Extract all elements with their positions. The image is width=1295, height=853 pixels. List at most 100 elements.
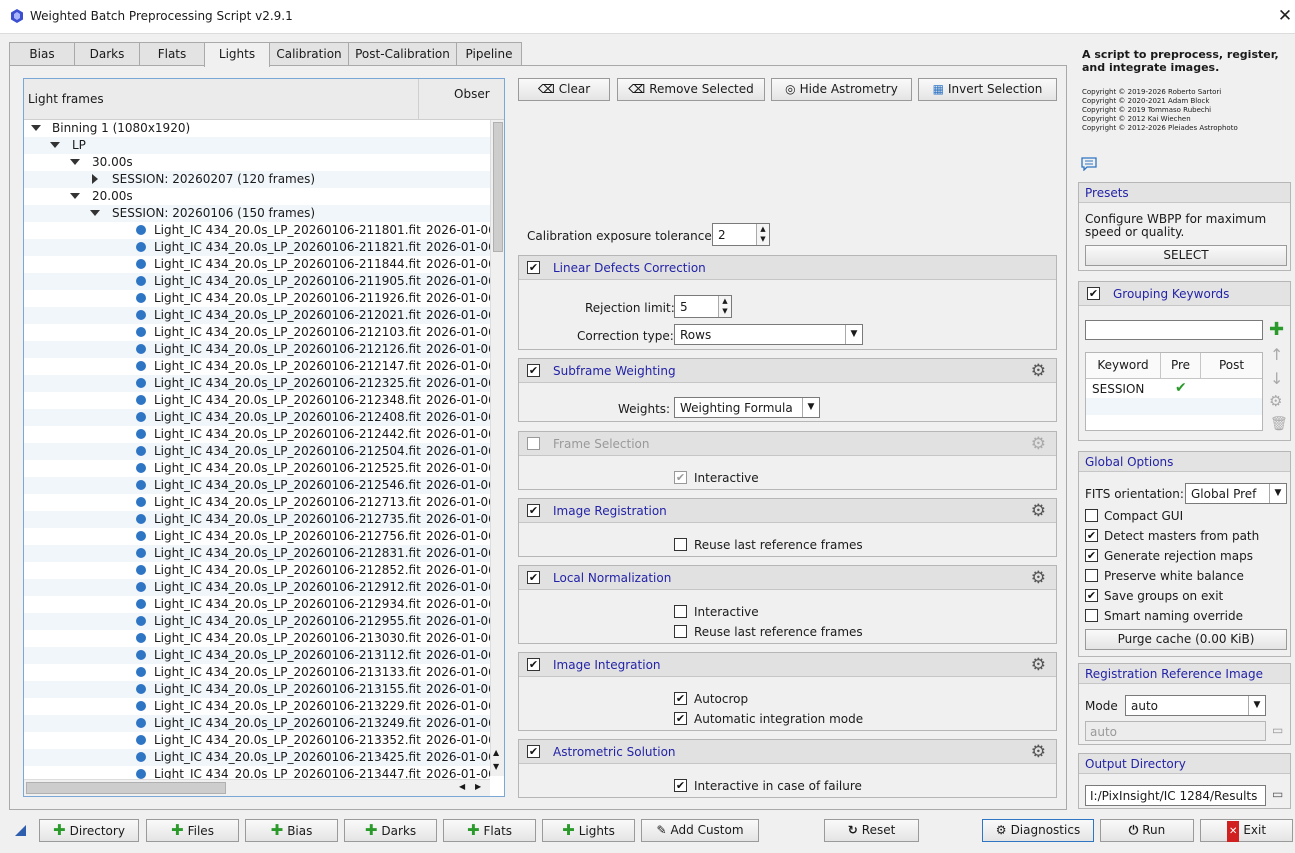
close-icon[interactable]: ✕ (1277, 6, 1293, 26)
integration-checkbox[interactable]: ✔ (527, 658, 540, 671)
add-darks-button[interactable]: ✚ Darks (344, 819, 437, 842)
tree-file-row[interactable]: Light_IC 434_20.0s_LP_20260106-212831.fi… (24, 545, 490, 562)
tree-vertical-scrollbar[interactable]: ▲ ▼ (490, 120, 504, 776)
comment-icon[interactable] (1081, 157, 1097, 171)
add-directory-button[interactable]: ✚ Directory (39, 819, 139, 842)
tree-file-row[interactable]: Light_IC 434_20.0s_LP_20260106-213352.fi… (24, 732, 490, 749)
column-header[interactable]: Keyword (1086, 353, 1161, 379)
tab-darks[interactable]: Darks (74, 42, 140, 66)
ln-interactive-checkbox[interactable] (674, 605, 687, 618)
invert-selection-button[interactable]: ▦ Invert Selection (918, 78, 1057, 101)
run-button[interactable]: ⏻ Run (1100, 819, 1194, 842)
trash-icon[interactable]: 🗑 (1270, 416, 1288, 432)
scroll-left-icon[interactable]: ◀ (459, 782, 465, 791)
grouping-checkbox[interactable]: ✔ (1087, 287, 1100, 300)
global-option-checkbox[interactable]: ✔ (1085, 589, 1098, 602)
tree-file-row[interactable]: Light_IC 434_20.0s_LP_20260106-212934.fi… (24, 596, 490, 613)
tree-node-session-20260207[interactable]: SESSION: 20260207 (120 frames) (24, 171, 490, 188)
tree-file-row[interactable]: Light_IC 434_20.0s_LP_20260106-213229.fi… (24, 698, 490, 715)
tab-pipeline[interactable]: Pipeline (456, 42, 522, 66)
tree-file-row[interactable]: Light_IC 434_20.0s_LP_20260106-212525.fi… (24, 460, 490, 477)
tree-file-row[interactable]: Light_IC 434_20.0s_LP_20260106-212126.fi… (24, 341, 490, 358)
keyword-settings-icon[interactable]: ⚙ (1269, 392, 1282, 410)
tree-file-row[interactable]: Light_IC 434_20.0s_LP_20260106-213030.fi… (24, 630, 490, 647)
scroll-down-icon[interactable]: ▼ (493, 762, 499, 771)
tree-file-row[interactable]: Light_IC 434_20.0s_LP_20260106-213425.fi… (24, 749, 490, 766)
select-preset-button[interactable]: SELECT (1085, 245, 1287, 266)
column-header-light-frames[interactable]: Light frames (28, 92, 104, 106)
subframe-checkbox[interactable]: ✔ (527, 364, 540, 377)
auto-integration-checkbox[interactable]: ✔ (674, 712, 687, 725)
tree-node-binning[interactable]: Binning 1 (1080x1920) (24, 120, 490, 137)
tree-file-row[interactable]: Light_IC 434_20.0s_LP_20260106-212735.fi… (24, 511, 490, 528)
column-header-observation[interactable]: Obser (454, 87, 490, 101)
scroll-thumb[interactable] (493, 122, 503, 252)
tree-file-row[interactable]: Light_IC 434_20.0s_LP_20260106-211905.fi… (24, 273, 490, 290)
ldc-checkbox[interactable]: ✔ (527, 261, 540, 274)
tree-horizontal-scrollbar[interactable]: ◀ ▶ (24, 779, 490, 796)
tree-file-row[interactable]: Light_IC 434_20.0s_LP_20260106-211801.fi… (24, 222, 490, 239)
global-option-checkbox[interactable] (1085, 569, 1098, 582)
tree-file-row[interactable]: Light_IC 434_20.0s_LP_20260106-213155.fi… (24, 681, 490, 698)
tree-file-row[interactable]: Light_IC 434_20.0s_LP_20260106-212912.fi… (24, 579, 490, 596)
astrometric-checkbox[interactable]: ✔ (527, 745, 540, 758)
collapse-icon[interactable] (31, 125, 41, 131)
hide-astrometry-button[interactable]: ◎ Hide Astrometry (771, 78, 912, 101)
add-flats-button[interactable]: ✚ Flats (443, 819, 536, 842)
clear-button[interactable]: ⌫ Clear (518, 78, 610, 101)
gear-icon[interactable]: ⚙ (1031, 501, 1046, 521)
tab-calibration[interactable]: Calibration (269, 42, 349, 66)
output-path-input[interactable]: I:/PixInsight/IC 1284/Results (1085, 785, 1266, 806)
correction-type-select[interactable]: Rows ▼ (674, 324, 863, 345)
tree-node-exposure-30s[interactable]: 30.00s (24, 154, 490, 171)
move-down-icon[interactable]: ↓ (1270, 369, 1283, 388)
move-up-icon[interactable]: ↑ (1270, 345, 1283, 364)
keywords-table[interactable]: Keyword Pre Post SESSION ✔ (1085, 352, 1263, 431)
global-option-checkbox[interactable] (1085, 509, 1098, 522)
gear-icon[interactable]: ⚙ (1031, 434, 1046, 454)
collapse-icon[interactable] (70, 193, 80, 199)
light-frames-tree[interactable]: Light frames Obser Binning 1 (1080x1920)… (23, 78, 505, 797)
column-header[interactable]: Post (1201, 353, 1262, 379)
tree-node-exposure-20s[interactable]: 20.00s (24, 188, 490, 205)
tree-file-row[interactable]: Light_IC 434_20.0s_LP_20260106-212852.fi… (24, 562, 490, 579)
column-divider[interactable] (418, 79, 419, 120)
add-files-button[interactable]: ✚ Files (146, 819, 239, 842)
tree-file-row[interactable]: Light_IC 434_20.0s_LP_20260106-212408.fi… (24, 409, 490, 426)
gear-icon[interactable]: ⚙ (1031, 742, 1046, 762)
reset-button[interactable]: ↻ Reset (824, 819, 919, 842)
local-normalization-checkbox[interactable]: ✔ (527, 571, 540, 584)
exit-button[interactable]: ✕ Exit (1200, 819, 1293, 842)
global-option-checkbox[interactable] (1085, 609, 1098, 622)
tree-node-session-20260106[interactable]: SESSION: 20260106 (150 frames) (24, 205, 490, 222)
collapse-icon[interactable] (50, 142, 60, 148)
global-option-checkbox[interactable]: ✔ (1085, 549, 1098, 562)
scroll-up-icon[interactable]: ▲ (493, 748, 499, 757)
fits-orientation-select[interactable]: Global Pref ▼ (1185, 483, 1287, 504)
tree-file-row[interactable]: Light_IC 434_20.0s_LP_20260106-212955.fi… (24, 613, 490, 630)
tree-file-row[interactable]: Light_IC 434_20.0s_LP_20260106-212147.fi… (24, 358, 490, 375)
folder-icon[interactable]: ▭ (1272, 723, 1283, 737)
add-bias-button[interactable]: ✚ Bias (245, 819, 338, 842)
reuse-reference-checkbox[interactable] (674, 538, 687, 551)
tree-file-row[interactable]: Light_IC 434_20.0s_LP_20260106-212504.fi… (24, 443, 490, 460)
add-keyword-icon[interactable]: ✚ (1269, 319, 1284, 340)
weights-select[interactable]: Weighting Formula ▼ (674, 397, 820, 418)
tree-file-row[interactable]: Light_IC 434_20.0s_LP_20260106-212713.fi… (24, 494, 490, 511)
global-option-checkbox[interactable]: ✔ (1085, 529, 1098, 542)
tree-file-row[interactable]: Light_IC 434_20.0s_LP_20260106-211821.fi… (24, 239, 490, 256)
scroll-right-icon[interactable]: ▶ (475, 782, 481, 791)
spin-arrows-icon[interactable]: ▲ ▼ (756, 224, 769, 245)
gear-icon[interactable]: ⚙ (1031, 568, 1046, 588)
tab-flats[interactable]: Flats (139, 42, 205, 66)
tree-file-row[interactable]: Light_IC 434_20.0s_LP_20260106-212103.fi… (24, 324, 490, 341)
remove-selected-button[interactable]: ⌫ Remove Selected (617, 78, 765, 101)
tab-lights[interactable]: Lights (204, 42, 270, 67)
tree-file-row[interactable]: Light_IC 434_20.0s_LP_20260106-212325.fi… (24, 375, 490, 392)
table-row[interactable]: SESSION ✔ (1086, 379, 1262, 398)
tree-file-row[interactable]: Light_IC 434_20.0s_LP_20260106-213249.fi… (24, 715, 490, 732)
tree-file-row[interactable]: Light_IC 434_20.0s_LP_20260106-213112.fi… (24, 647, 490, 664)
scroll-thumb[interactable] (26, 782, 226, 794)
add-lights-button[interactable]: ✚ Lights (542, 819, 635, 842)
tree-file-row[interactable]: Light_IC 434_20.0s_LP_20260106-212442.fi… (24, 426, 490, 443)
